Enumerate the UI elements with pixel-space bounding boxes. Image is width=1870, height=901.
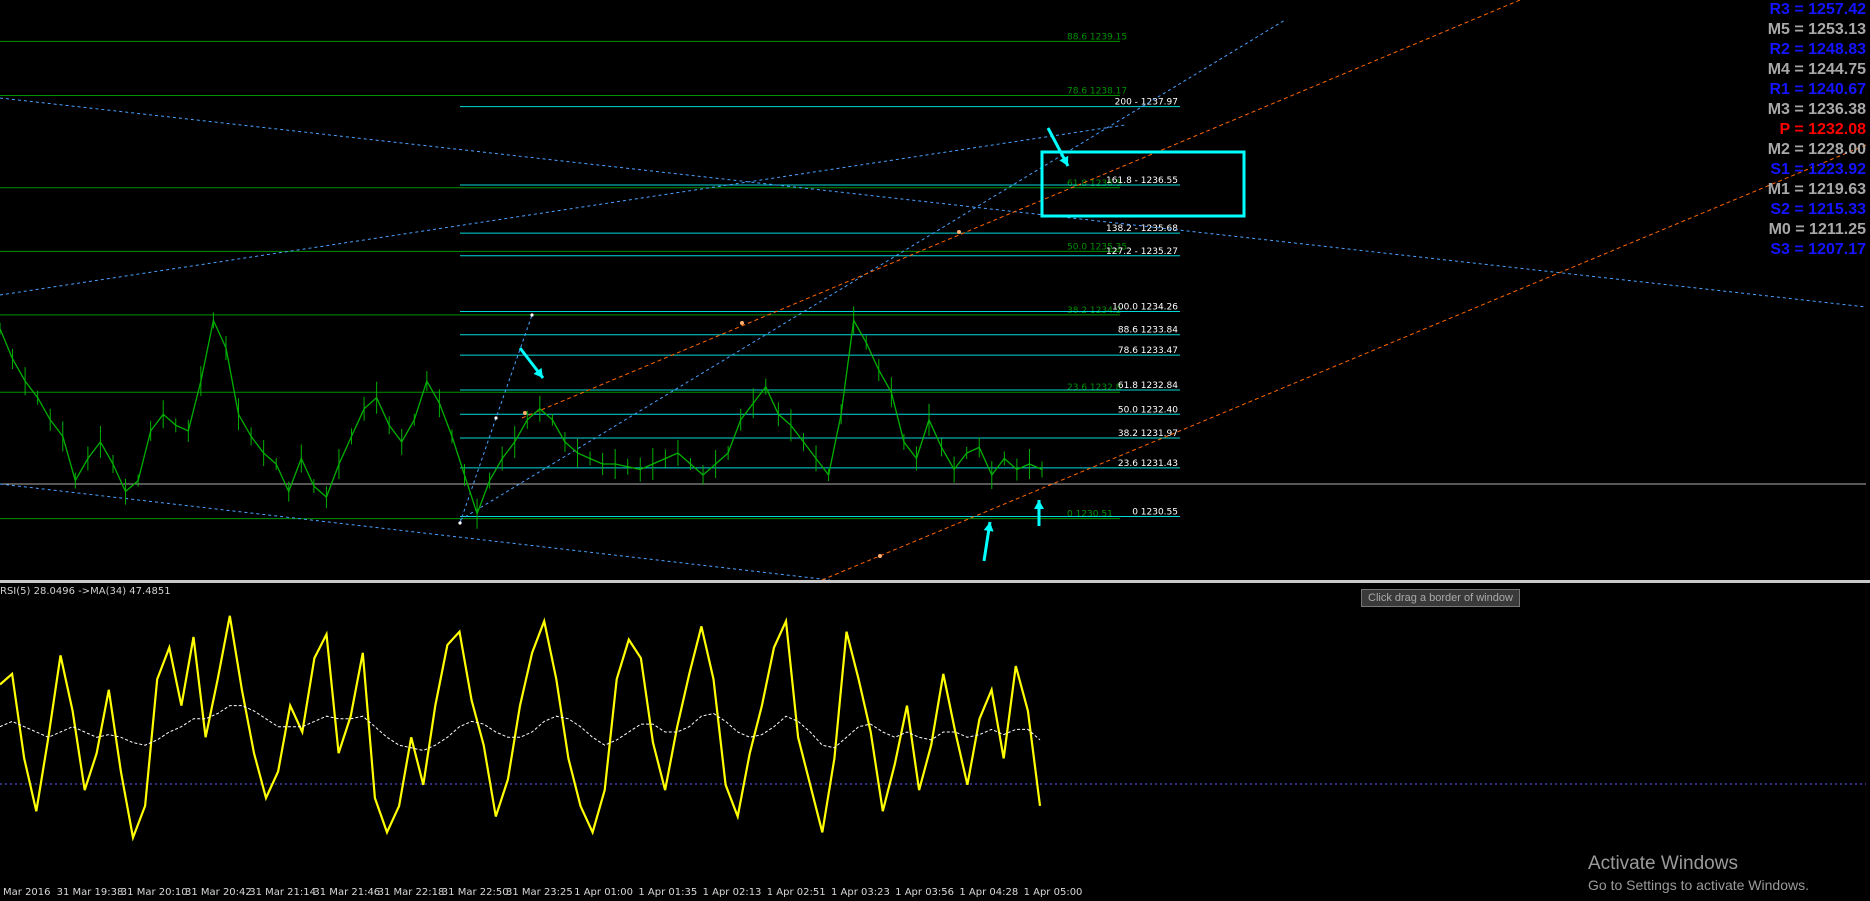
time-axis-label: 1 Apr 03:56	[895, 887, 954, 898]
channel-marker	[740, 321, 744, 325]
channel-marker	[957, 230, 961, 234]
rsi-legend-label: RSI(5) 28.0496 ->MA(34) 47.4851	[0, 586, 171, 597]
pivot-levels-panel: R3 = 1257.42 M5 = 1253.13 R2 = 1248.83 M4 =…	[1716, 0, 1866, 260]
pivot-level-label: M1 = 1219.63	[1767, 181, 1866, 198]
fib-left-label: 78.6 1238.17	[1067, 87, 1127, 97]
fib-anchor-point	[458, 521, 462, 525]
pivot-level-label: R2 = 1248.83	[1769, 41, 1866, 58]
rsi-chart[interactable]: RSI(5) 28.0496 ->MA(34) 47.4851	[0, 582, 1870, 882]
rsi-series-line	[0, 615, 1042, 842]
fib-right-label: 50.0 1232.40	[1118, 405, 1178, 415]
fib-right-label: 200 - 1237.97	[1115, 98, 1178, 108]
time-axis-label: 1 Apr 03:23	[831, 887, 890, 898]
drag-border-tooltip: Click drag a border of window	[1361, 589, 1520, 607]
pivot-level-label: P = 1232.08	[1779, 121, 1866, 138]
pivot-level-label: S3 = 1207.17	[1770, 241, 1866, 258]
time-axis-label: 31 Mar 20:42	[185, 887, 252, 898]
fib-right-label: 0 1230.55	[1132, 507, 1178, 517]
pivot-level-label: M3 = 1236.38	[1767, 101, 1866, 118]
pivot-level-label: M4 = 1244.75	[1767, 61, 1866, 78]
pivot-level-label: M2 = 1228.00	[1767, 141, 1866, 158]
fib-right-label: 161.8 - 1236.55	[1106, 176, 1178, 186]
time-axis-label: 1 Apr 01:00	[574, 887, 633, 898]
pivot-level-label: S2 = 1215.33	[1770, 201, 1866, 218]
channel-marker	[523, 411, 527, 415]
fib-right-label: 38.2 1231.97	[1118, 429, 1178, 439]
fib-right-label: 61.8 1232.84	[1118, 381, 1178, 391]
fib-left-label: 0 1230.51	[1067, 510, 1113, 520]
fib-anchor-point	[494, 416, 498, 420]
time-axis-label: 31 Mar 21:14	[249, 887, 316, 898]
fib-left-label: 88.6 1239.15	[1067, 32, 1127, 42]
pivot-level-label: R1 = 1240.67	[1769, 81, 1866, 98]
time-axis-label: 31 Mar 19:38	[57, 887, 124, 898]
fib-right-label: 127.2 - 1235.27	[1106, 247, 1178, 257]
fib-right-label: 100.0 1234.26	[1112, 303, 1178, 313]
fib-left-label: 23.6 1232.8	[1067, 383, 1122, 393]
time-axis-label: 31 Mar 23:25	[506, 887, 573, 898]
fib-right-label: 88.6 1233.84	[1118, 326, 1178, 336]
fib-anchor-point	[530, 313, 534, 317]
fib-right-label: 138.2 - 1235.68	[1106, 224, 1178, 234]
arrow-up-right-head	[1034, 500, 1044, 509]
time-axis-label: 1 Apr 02:13	[703, 887, 762, 898]
lower-trendline	[0, 483, 831, 580]
time-axis-label: 1 Apr 05:00	[1024, 887, 1083, 898]
time-axis-label: 31 Mar 21:46	[313, 887, 380, 898]
fib-right-label: 78.6 1233.47	[1118, 346, 1178, 356]
time-axis-label: 1 Apr 04:28	[959, 887, 1018, 898]
watermark-title: Activate Windows	[1588, 853, 1738, 874]
time-axis-label: 1 Apr 01:35	[638, 887, 697, 898]
pivot-level-label: S1 = 1223.92	[1770, 161, 1866, 178]
channel-lower	[821, 144, 1867, 580]
pivot-level-label: M0 = 1211.25	[1768, 221, 1866, 238]
pivot-level-label: R3 = 1257.42	[1769, 1, 1866, 18]
windows-activation-watermark: Activate Windows Go to Settings to activ…	[1588, 852, 1809, 894]
fib-right-label: 23.6 1231.43	[1118, 459, 1178, 469]
time-axis-label: 1 Mar 2016	[0, 887, 51, 898]
time-axis-label: 31 Mar 22:50	[442, 887, 509, 898]
pivot-level-label: M5 = 1253.13	[1767, 21, 1866, 38]
time-axis-label: 1 Apr 02:51	[767, 887, 826, 898]
watermark-subtitle: Go to Settings to activate Windows.	[1588, 877, 1809, 893]
descending-trendline	[0, 97, 1867, 308]
channel-marker	[878, 554, 882, 558]
time-axis-label: 31 Mar 22:18	[378, 887, 445, 898]
price-chart[interactable]: 88.6 1239.1578.6 1238.1761.8 1236.550.0 …	[0, 0, 1870, 580]
ascending-trendline	[0, 124, 1126, 296]
time-axis-label: 31 Mar 20:10	[121, 887, 188, 898]
steep-trendline	[459, 19, 1286, 521]
